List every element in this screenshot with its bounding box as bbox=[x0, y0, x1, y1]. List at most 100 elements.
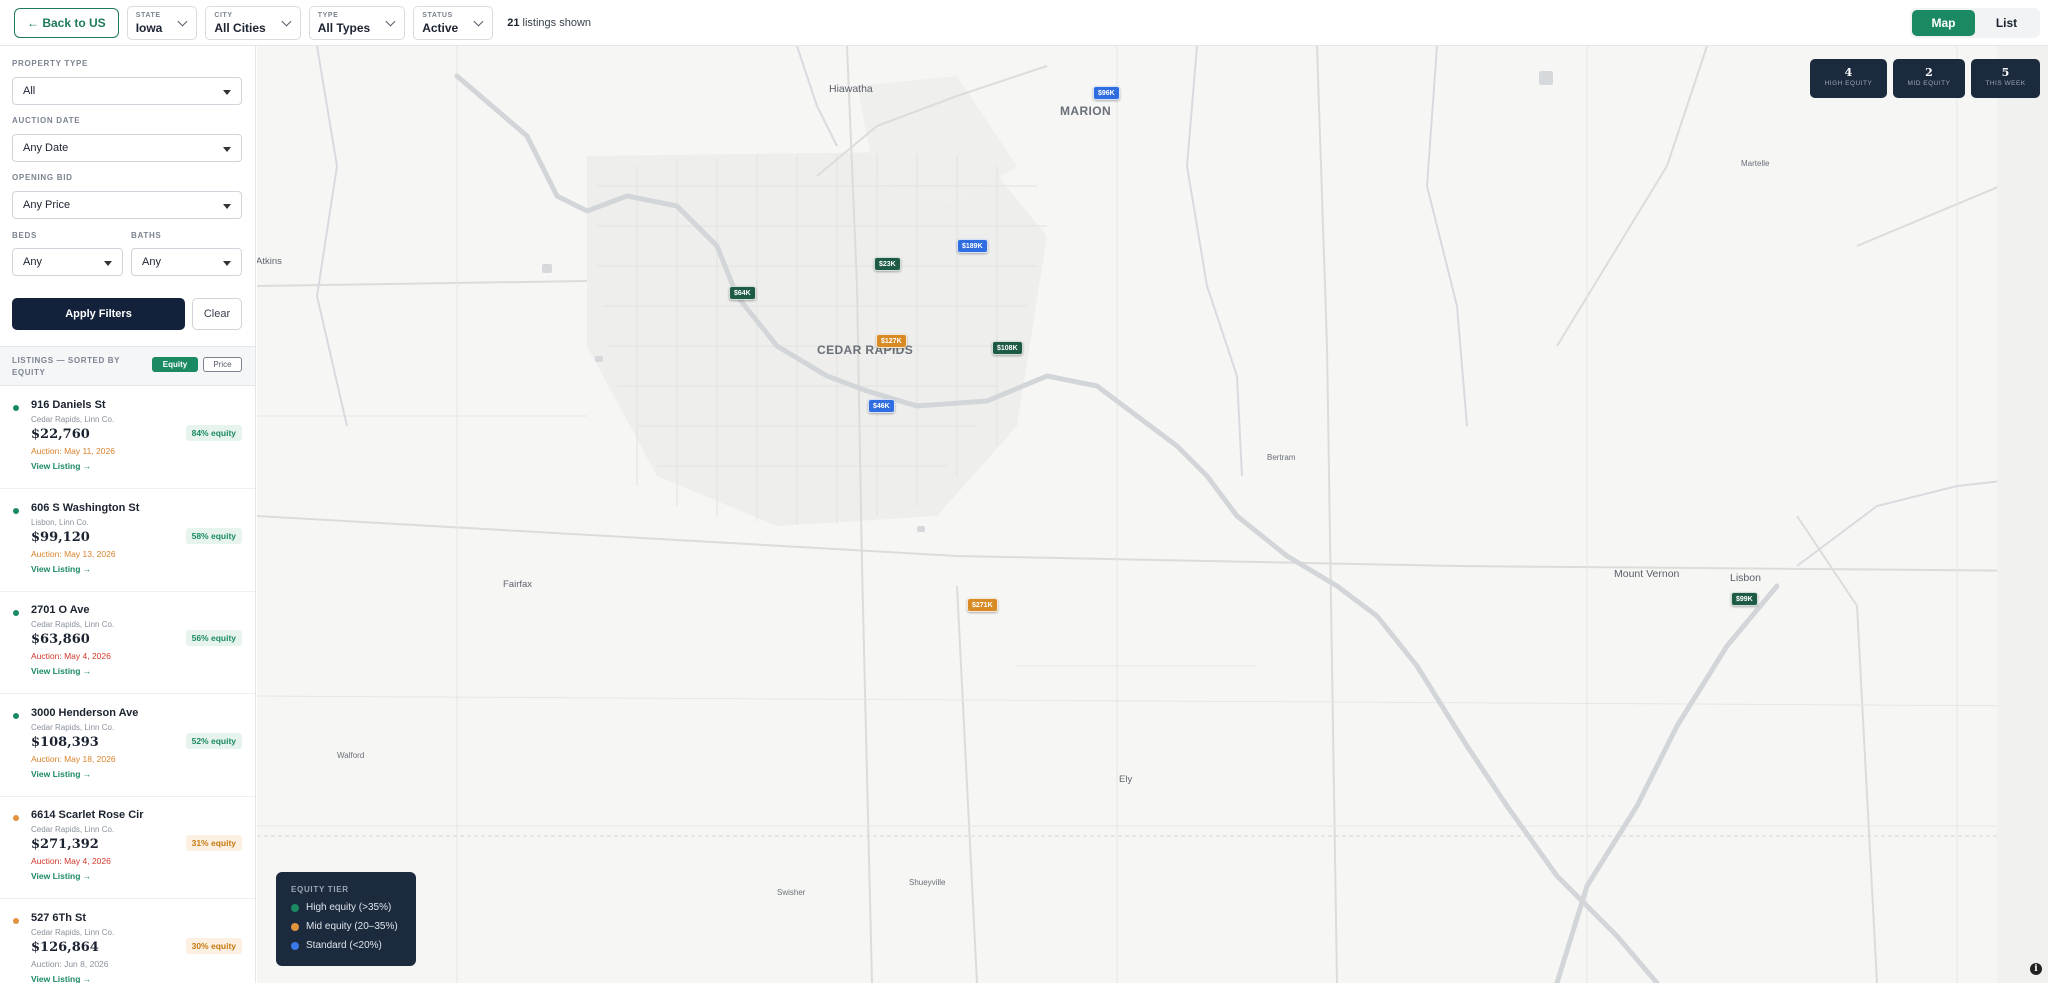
listing-price: $108,393 bbox=[31, 734, 99, 750]
listing-count-number: 21 bbox=[507, 16, 520, 29]
place-bertram: Bertram bbox=[1267, 453, 1296, 462]
state-value: Iowa bbox=[135, 20, 163, 35]
caret-down-icon bbox=[223, 90, 231, 95]
baths-label: BATHS bbox=[131, 231, 162, 240]
sort-price-button[interactable]: Price bbox=[203, 357, 242, 372]
list-item[interactable]: 527 6Th St Cedar Rapids, Linn Co. $126,864… bbox=[0, 900, 255, 983]
view-listing-link[interactable]: View Listing → bbox=[31, 666, 91, 676]
list-item[interactable]: 2701 O Ave Cedar Rapids, Linn Co. $63,860 A… bbox=[0, 592, 255, 694]
map-pin-271k[interactable]: $271K bbox=[967, 598, 998, 612]
place-lisbon: Lisbon bbox=[1730, 572, 1761, 584]
listing-count-text: listings shown bbox=[519, 16, 592, 29]
map-pin-96k[interactable]: $96K bbox=[1093, 86, 1120, 100]
map-view-button[interactable]: Map bbox=[1912, 10, 1975, 36]
view-listing-link[interactable]: View Listing → bbox=[31, 461, 91, 471]
legend-mid: Mid equity (20–35%) bbox=[291, 921, 398, 932]
property-type-select[interactable]: All bbox=[12, 77, 242, 105]
state-dropdown[interactable]: STATE Iowa bbox=[126, 5, 198, 40]
place-walford: Walford bbox=[337, 751, 365, 760]
listing-location: Cedar Rapids, Linn Co. bbox=[31, 825, 115, 834]
listing-auction-date: Auction: Jun 8, 2026 bbox=[31, 958, 109, 969]
city-dropdown[interactable]: CITY All Cities bbox=[205, 5, 301, 40]
chevron-down-icon bbox=[473, 16, 484, 26]
baths-select[interactable]: Any bbox=[131, 248, 242, 276]
stat-this-week-number: 5 bbox=[2001, 66, 2010, 79]
listing-location: Cedar Rapids, Linn Co. bbox=[31, 927, 115, 937]
listing-address: 3000 Henderson Ave bbox=[31, 706, 139, 719]
place-marion: MARION bbox=[1060, 104, 1112, 118]
property-type-value: All bbox=[23, 85, 36, 97]
listing-address: 916 Daniels St bbox=[31, 399, 106, 411]
listing-address: 527 6Th St bbox=[31, 911, 87, 924]
apply-filters-button[interactable]: Apply Filters bbox=[12, 298, 185, 330]
status-value: Active bbox=[422, 20, 459, 35]
listing-location: Cedar Rapids, Linn Co. bbox=[31, 722, 115, 732]
map-pin-108k[interactable]: $108K bbox=[992, 341, 1023, 355]
caret-down-icon bbox=[104, 261, 112, 266]
list-item[interactable]: 6614 Scarlet Rose Cir Cedar Rapids, Linn … bbox=[0, 797, 255, 899]
listing-location: Cedar Rapids, Linn Co. bbox=[31, 415, 115, 424]
map-pin-23k[interactable]: $23K bbox=[874, 257, 901, 271]
list-view-button[interactable]: List bbox=[1975, 10, 2038, 36]
filter-sidebar: PROPERTY TYPE All AUCTION DATE Any Date … bbox=[0, 46, 256, 983]
legend-std-label: Standard (<20%) bbox=[306, 940, 382, 951]
listing-location: Lisbon, Linn Co. bbox=[31, 517, 89, 527]
listing-auction-date: Auction: May 18, 2026 bbox=[31, 753, 116, 764]
back-to-us-button[interactable]: ← Back to US bbox=[14, 7, 119, 38]
beds-select[interactable]: Any bbox=[12, 248, 123, 276]
status-label: STATUS bbox=[422, 11, 453, 19]
listing-price: $271,392 bbox=[31, 837, 99, 852]
top-bar: ← Back to US STATE Iowa CITY All Cities … bbox=[0, 0, 2048, 46]
type-label: TYPE bbox=[317, 11, 339, 19]
listings-header-title: LISTINGS — SORTED BY EQUITY bbox=[12, 356, 120, 377]
list-item[interactable]: 3000 Henderson Ave Cedar Rapids, Linn Co.… bbox=[0, 695, 255, 797]
status-dropdown[interactable]: STATUS Active bbox=[413, 5, 494, 40]
baths-value: Any bbox=[142, 256, 161, 268]
map-pin-189k[interactable]: $189K bbox=[957, 239, 988, 253]
chevron-down-icon bbox=[385, 16, 396, 26]
auction-date-select[interactable]: Any Date bbox=[12, 134, 242, 162]
stat-high-equity-number: 4 bbox=[1844, 66, 1853, 79]
place-swisher: Swisher bbox=[777, 888, 806, 897]
info-icon[interactable]: i bbox=[2030, 963, 2042, 975]
equity-legend: EQUITY TIER High equity (>35%) Mid equit… bbox=[276, 872, 416, 966]
type-dropdown[interactable]: TYPE All Types bbox=[308, 5, 406, 40]
equity-badge: 52% equity bbox=[185, 732, 242, 749]
listing-location: Cedar Rapids, Linn Co. bbox=[31, 620, 115, 629]
list-item[interactable]: 606 S Washington St Lisbon, Linn Co. $99,1… bbox=[0, 490, 255, 592]
legend-high: High equity (>35%) bbox=[291, 902, 391, 913]
map-pin-99k[interactable]: $99K bbox=[1731, 592, 1758, 606]
opening-bid-select[interactable]: Any Price bbox=[12, 191, 242, 219]
listing-price: $99,120 bbox=[31, 529, 90, 545]
map-pin-46k[interactable]: $46K bbox=[868, 399, 895, 413]
view-toggle: Map List bbox=[1910, 8, 2040, 38]
tier-dot-icon bbox=[13, 917, 19, 924]
stat-high-equity: 4 HIGH EQUITY bbox=[1810, 59, 1887, 98]
stat-mid-equity-number: 2 bbox=[1925, 66, 1933, 79]
map-canvas[interactable]: Hiawatha MARION CEDAR RAPIDS Atkins Fair… bbox=[257, 46, 2048, 983]
tier-dot-icon bbox=[13, 712, 19, 719]
beds-value: Any bbox=[23, 256, 42, 268]
legend-high-label: High equity (>35%) bbox=[306, 902, 392, 913]
view-listing-link[interactable]: View Listing → bbox=[31, 871, 91, 881]
listing-auction-date: Auction: May 4, 2026 bbox=[31, 651, 111, 661]
equity-badge: 84% equity bbox=[185, 425, 242, 441]
caret-down-icon bbox=[223, 261, 231, 266]
tier-dot-icon bbox=[13, 815, 19, 821]
list-item[interactable]: 916 Daniels St Cedar Rapids, Linn Co. $22,… bbox=[0, 387, 255, 489]
view-listing-link[interactable]: View Listing → bbox=[31, 974, 91, 983]
clear-filters-button[interactable]: Clear bbox=[192, 298, 242, 330]
stat-this-week: 5 THIS WEEK bbox=[1971, 59, 2040, 98]
state-label: STATE bbox=[135, 11, 161, 19]
high-dot-icon bbox=[291, 903, 299, 912]
view-listing-link[interactable]: View Listing → bbox=[31, 564, 91, 574]
view-listing-link[interactable]: View Listing → bbox=[31, 769, 91, 779]
place-fairfax: Fairfax bbox=[503, 579, 533, 590]
stat-this-week-label: THIS WEEK bbox=[1985, 80, 2026, 87]
property-type-label: PROPERTY TYPE bbox=[12, 59, 89, 68]
place-mount-vernon: Mount Vernon bbox=[1614, 568, 1680, 580]
map-pin-64k[interactable]: $64K bbox=[729, 286, 756, 300]
sort-equity-button[interactable]: Equity bbox=[152, 357, 198, 372]
map-pin-127k[interactable]: $127K bbox=[876, 334, 907, 348]
listing-price: $22,760 bbox=[31, 427, 90, 442]
